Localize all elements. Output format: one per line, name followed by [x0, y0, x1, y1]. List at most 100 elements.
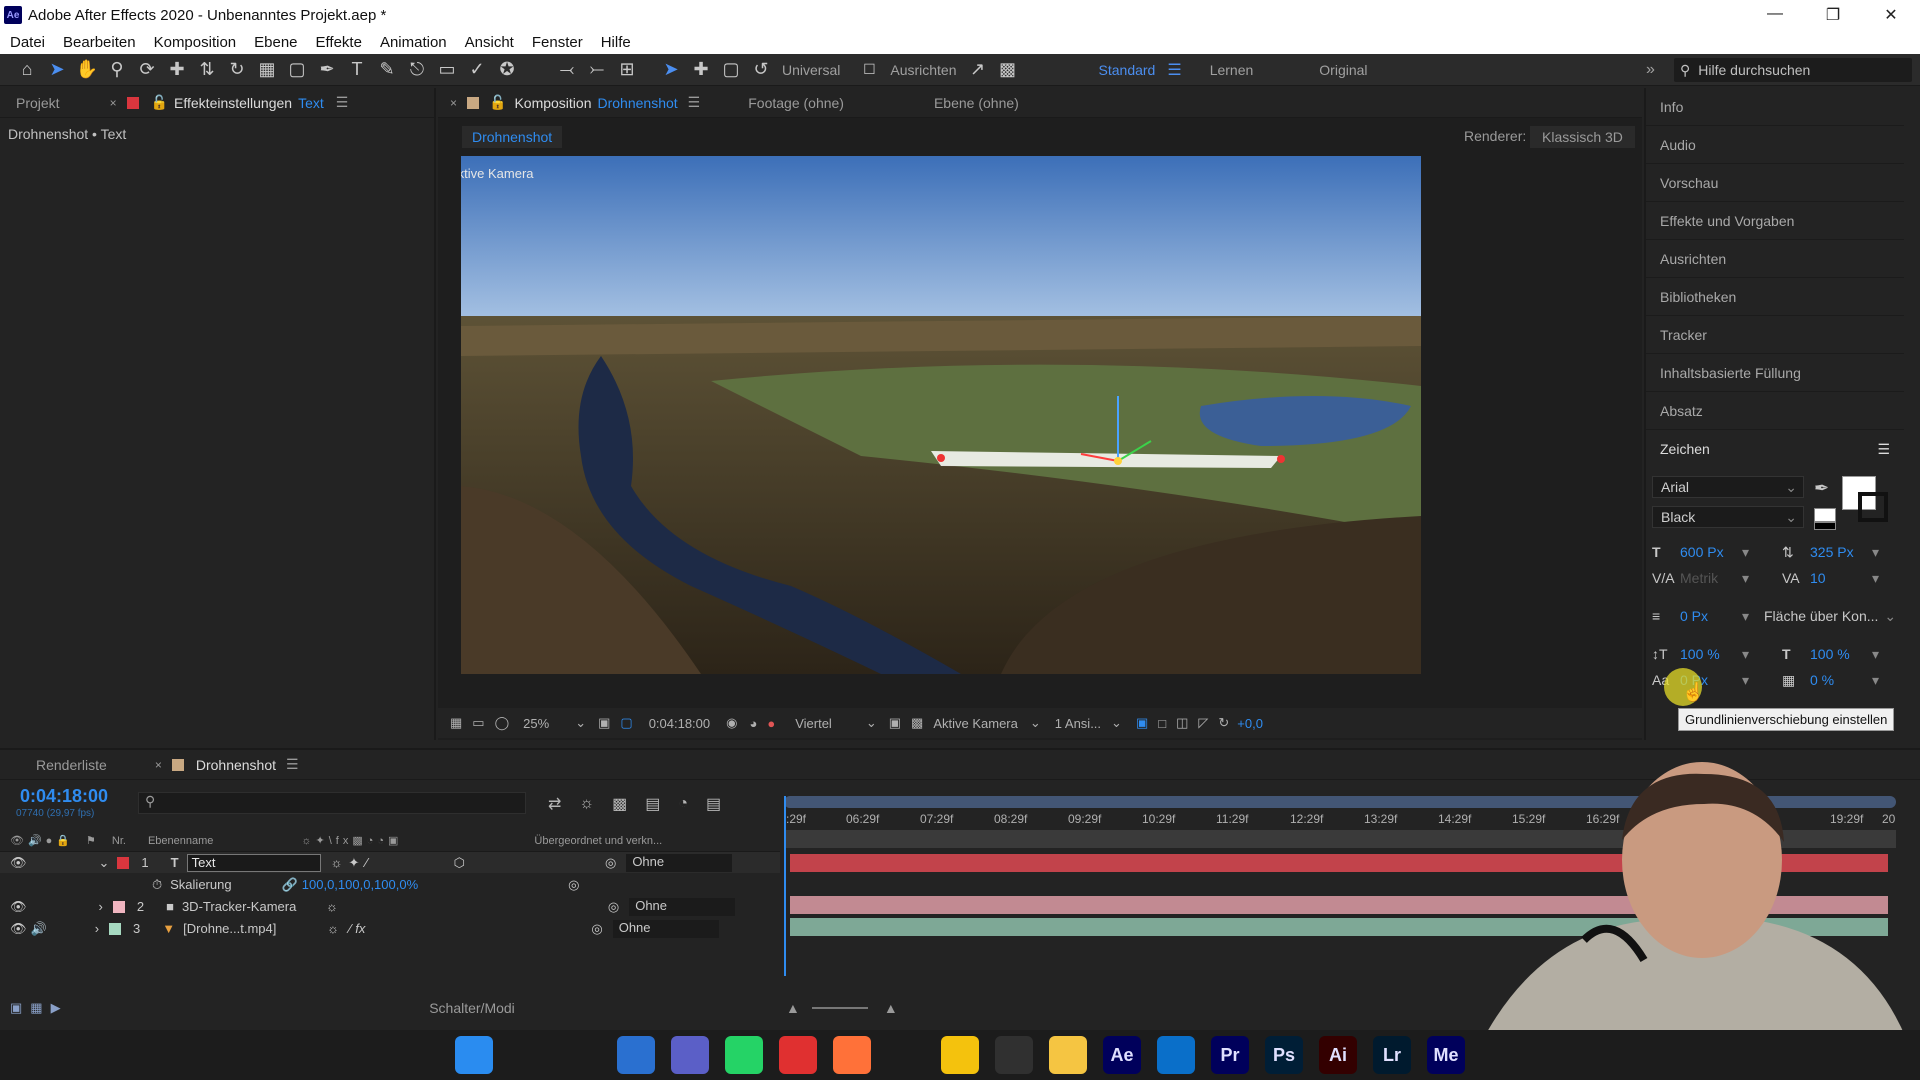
panel-zeichen-header[interactable]: Zeichen ☰ — [1646, 430, 1904, 468]
quality-switch-icon[interactable]: ∕ — [349, 921, 351, 936]
snap-icon[interactable]: ↗ — [963, 56, 993, 84]
track-rotate-icon[interactable]: ↺ — [746, 56, 776, 84]
monitor-icon[interactable]: ▭ — [472, 715, 484, 731]
stroke-width-value[interactable]: 0 Px — [1680, 608, 1742, 624]
panel-menu-icon[interactable]: ☰ — [286, 756, 299, 773]
tab-drohnenshot[interactable]: Drohnenshot — [196, 757, 276, 773]
label-column-icon[interactable]: ⚑ — [86, 834, 96, 847]
shy-layers-icon[interactable]: ▩ — [612, 794, 627, 814]
viewer-timecode[interactable]: 0:04:18:00 — [649, 716, 710, 731]
in-out-icon[interactable]: ▶ — [51, 1000, 61, 1016]
taskbar-firefox-icon[interactable] — [833, 1036, 871, 1074]
layer-color-swatch[interactable] — [112, 900, 125, 913]
property-row-skalierung[interactable]: ⏱ Skalierung 🔗 100,0,100,0,100,0% ◎ — [0, 874, 780, 895]
lock-icon[interactable]: 🔓 — [489, 94, 506, 111]
pickwhip-icon[interactable]: ◎ — [608, 899, 619, 915]
twirl-closed-icon[interactable]: › — [99, 899, 103, 914]
camera-snapshot-icon[interactable]: ◉ — [726, 715, 737, 731]
tab-renderliste[interactable]: Renderliste — [36, 757, 107, 773]
3d-layer-icon[interactable]: ⬡ — [454, 855, 465, 871]
comp-viewer[interactable]: Aktive Kamera — [461, 156, 1421, 674]
zoom-in-icon[interactable]: ▲ — [884, 1000, 898, 1016]
taskbar-obs-icon[interactable] — [995, 1036, 1033, 1074]
font-family-dropdown[interactable]: Arial ⌄ — [1652, 476, 1804, 498]
panel-menu-icon[interactable]: ☰ — [1877, 441, 1890, 458]
workspace-original[interactable]: Original — [1319, 62, 1367, 78]
taskbar-teams-icon[interactable] — [671, 1036, 709, 1074]
renderer-dropdown[interactable]: Klassisch 3D — [1530, 126, 1635, 148]
local-axis-icon[interactable]: ⤙ — [552, 56, 582, 84]
taskbar-whatsapp-icon[interactable] — [725, 1036, 763, 1074]
taskbar-photoshop-icon[interactable]: Ps — [1265, 1036, 1303, 1074]
panel-menu-icon[interactable]: ☰ — [688, 94, 701, 111]
current-timecode[interactable]: 0:04:18:00 — [20, 786, 108, 807]
workspace-lernen[interactable]: Lernen — [1210, 62, 1254, 78]
tsume-value[interactable]: 0 % — [1810, 672, 1872, 688]
taskbar-screenrec-icon[interactable] — [779, 1036, 817, 1074]
taskbar-vscode-icon[interactable] — [1157, 1036, 1195, 1074]
playhead[interactable] — [784, 796, 786, 976]
taskbar-premiere-icon[interactable]: Pr — [1211, 1036, 1249, 1074]
quality-switch-icon[interactable]: ∕ — [365, 855, 367, 870]
tab-effekteinstellungen[interactable]: Effekteinstellungen — [174, 95, 292, 111]
zoom-out-icon[interactable]: ▲ — [786, 1000, 800, 1016]
type-tool-icon[interactable]: T — [342, 56, 372, 84]
layer-row-3[interactable]: 👁 🔊 › 3 ▼ [Drohne...t.mp4] ☼ ∕ fx ◎ Ohne — [0, 918, 780, 939]
home-icon[interactable]: ⌂ — [12, 56, 42, 84]
mask-icon[interactable]: ◯ — [495, 715, 510, 731]
layer-color-swatch[interactable] — [117, 856, 130, 869]
audio-switch-icon[interactable]: 🔊 — [28, 834, 42, 847]
menu-ansicht[interactable]: Ansicht — [465, 34, 514, 51]
fx-switch-icon[interactable]: fx — [355, 921, 365, 936]
toggle-pixel-icon[interactable]: ▣ — [1136, 715, 1148, 731]
panel-audio[interactable]: Audio — [1646, 126, 1904, 164]
taskbar-aftereffects-icon[interactable]: Ae — [1103, 1036, 1141, 1074]
stroke-mode-dropdown[interactable]: Fläche über Kon... — [1764, 608, 1878, 624]
panel-absatz[interactable]: Absatz — [1646, 392, 1904, 430]
shy-switch-icon[interactable]: ☼ — [327, 921, 339, 936]
rectangle-tool-icon[interactable]: ▢ — [282, 56, 312, 84]
parent-dropdown[interactable]: Ohne — [612, 919, 719, 938]
tab-projekt[interactable]: Projekt — [16, 95, 60, 111]
white-swatch[interactable] — [1814, 508, 1836, 522]
snap-grid-icon[interactable]: ▩ — [993, 56, 1023, 84]
video-switch-icon[interactable]: 👁 — [10, 834, 24, 847]
close-icon[interactable]: ✕ — [1862, 5, 1920, 25]
col-nr[interactable]: Nr. — [112, 835, 126, 847]
hand-tool-icon[interactable]: ✋ — [72, 56, 102, 84]
layer-search-input[interactable]: ⚲ — [138, 792, 526, 814]
menu-komposition[interactable]: Komposition — [154, 34, 237, 51]
taskbar-widgets-icon[interactable] — [617, 1036, 655, 1074]
taskbar-lightroom-icon[interactable]: Lr — [1373, 1036, 1411, 1074]
stopwatch-icon[interactable]: ⏱ — [152, 877, 162, 893]
font-size-value[interactable]: 600 Px — [1680, 544, 1742, 560]
preview-icon[interactable]: ▦ — [450, 715, 462, 731]
track-arrow-icon[interactable]: ➤ — [656, 56, 686, 84]
track-box-icon[interactable]: ▢ — [716, 56, 746, 84]
solo-switch-icon[interactable]: ● — [46, 835, 53, 847]
eyedropper-icon[interactable]: ✒ — [1814, 478, 1829, 499]
panel-inhaltsbasierte-fuellung[interactable]: Inhaltsbasierte Füllung — [1646, 354, 1904, 392]
help-search-input[interactable]: ⚲ Hilfe durchsuchen — [1674, 58, 1912, 82]
color-channel-icon[interactable]: ● — [767, 716, 775, 731]
tracking-value[interactable]: 10 — [1810, 570, 1872, 586]
pan-behind-icon[interactable]: ▦ — [252, 56, 282, 84]
panel-tracker[interactable]: Tracker — [1646, 316, 1904, 354]
show-snapshot-icon[interactable]: ◕ — [749, 716, 757, 731]
lock-switch-icon[interactable]: 🔒 — [56, 834, 70, 847]
expression-pickwhip-icon[interactable]: ◎ — [568, 877, 579, 893]
pickwhip-icon[interactable]: ◎ — [605, 855, 616, 871]
font-style-dropdown[interactable]: Black ⌄ — [1652, 506, 1804, 528]
visibility-icon[interactable]: 👁 — [10, 921, 27, 937]
black-swatch[interactable] — [1814, 522, 1836, 530]
tab-comp-name[interactable]: Drohnenshot — [598, 95, 678, 111]
region-of-interest-icon[interactable]: ▣ — [889, 715, 901, 731]
transfer-controls-icon[interactable]: ▦ — [30, 1000, 42, 1016]
taskbar-explorer-icon[interactable] — [1049, 1036, 1087, 1074]
tab-ebene[interactable]: Ebene (ohne) — [934, 95, 1019, 111]
visibility-icon[interactable]: 👁 — [10, 899, 27, 915]
workspace-standard[interactable]: Standard — [1099, 62, 1156, 78]
menu-datei[interactable]: Datei — [10, 34, 45, 51]
visibility-icon[interactable]: 👁 — [10, 855, 27, 871]
close-tab-icon[interactable]: × — [450, 96, 457, 110]
